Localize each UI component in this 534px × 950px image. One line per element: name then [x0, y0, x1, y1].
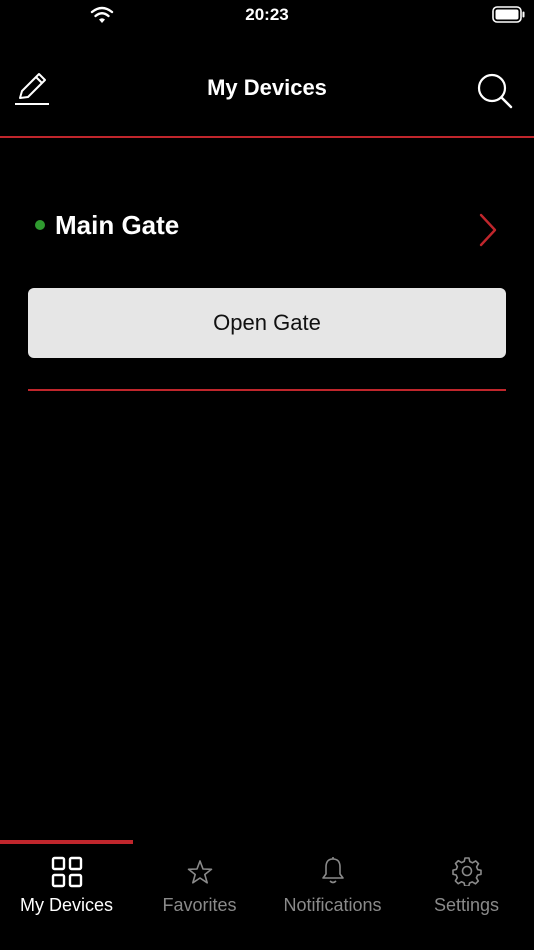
active-tab-indicator [0, 840, 133, 844]
grid-icon [51, 856, 82, 888]
tab-label: Notifications [283, 895, 382, 915]
device-row-main-gate[interactable]: Main Gate [28, 200, 506, 256]
device-name: Main Gate [55, 210, 180, 240]
status-time: 20:23 [245, 5, 289, 24]
header-divider [0, 136, 534, 138]
online-status-dot [35, 220, 45, 230]
gear-icon [451, 857, 482, 886]
device-divider [28, 389, 506, 391]
chevron-right-icon[interactable] [476, 212, 500, 248]
status-bar: 20:23 [0, 0, 534, 30]
bell-icon [321, 857, 344, 884]
star-icon [187, 860, 212, 884]
tab-notifications[interactable]: Notifications [266, 850, 399, 940]
tab-label: Favorites [162, 895, 237, 915]
tab-settings[interactable]: Settings [400, 850, 533, 940]
battery-icon [492, 6, 525, 23]
page-title: My Devices [207, 75, 327, 100]
tab-label: My Devices [19, 895, 113, 915]
tab-my-devices[interactable]: My Devices [0, 850, 133, 940]
open-gate-button[interactable]: Open Gate [28, 288, 506, 358]
tab-label: Settings [433, 895, 500, 915]
search-icon[interactable] [474, 70, 516, 110]
tab-bar: My Devices Favorites Notifications Setti… [0, 840, 534, 950]
tab-favorites[interactable]: Favorites [133, 850, 266, 940]
header: My Devices [0, 60, 534, 116]
